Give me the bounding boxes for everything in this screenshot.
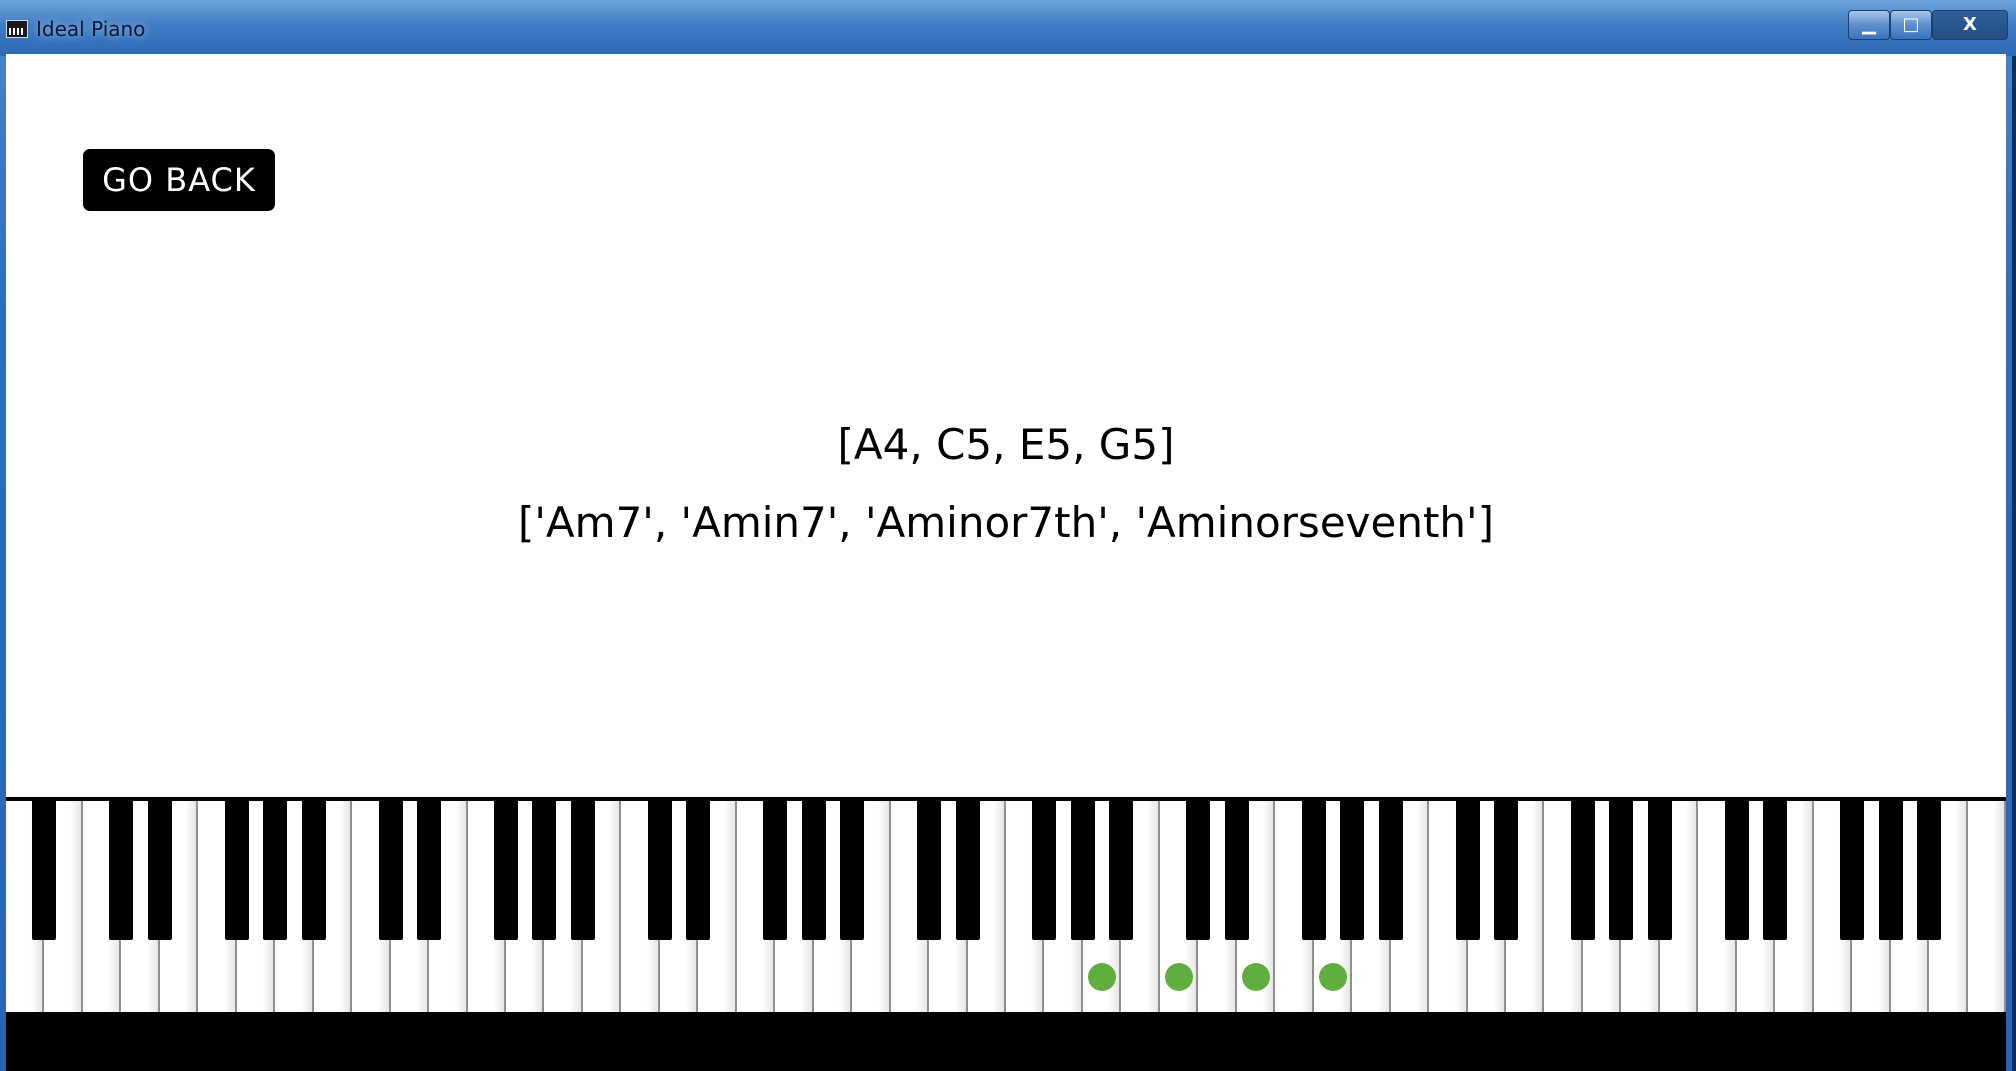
go-back-button[interactable]: GO BACK [83,149,275,211]
chord-notes-text: [A4, C5, E5, G5] [837,420,1175,469]
white-key-c8[interactable] [1967,801,2006,1012]
black-key-fs3[interactable] [763,801,788,940]
application-window: Ideal Piano ▁ □ X GO BACK [A4, C5, E5, G… [0,0,2016,1071]
black-key-cs3[interactable] [647,801,672,940]
title-bar[interactable]: Ideal Piano ▁ □ X [0,0,2016,56]
black-key-as6[interactable] [1647,801,1672,940]
black-key-as2[interactable] [570,801,595,940]
window-edge [2012,0,2016,1071]
black-key-gs2[interactable] [532,801,557,940]
note-highlight-c5 [1165,963,1194,991]
close-button[interactable]: X [1932,10,2008,40]
black-key-as0[interactable] [32,801,57,940]
client-area: GO BACK [A4, C5, E5, G5] ['Am7', 'Amin7'… [6,54,2006,1071]
window-title: Ideal Piano [36,17,146,41]
black-key-gs6[interactable] [1609,801,1634,940]
black-key-fs6[interactable] [1570,801,1595,940]
black-key-gs3[interactable] [801,801,826,940]
black-key-cs7[interactable] [1724,801,1749,940]
black-key-fs2[interactable] [494,801,518,940]
black-key-fs1[interactable] [224,801,249,940]
black-key-ds3[interactable] [686,801,711,940]
black-key-ds1[interactable] [147,801,172,940]
black-key-as7[interactable] [1917,801,1942,940]
black-key-ds7[interactable] [1763,801,1788,940]
black-key-fs7[interactable] [1840,801,1865,940]
black-key-gs4[interactable] [1070,801,1095,940]
black-key-fs4[interactable] [1032,801,1057,940]
black-key-cs1[interactable] [109,801,134,940]
chord-names-text: ['Am7', 'Amin7', 'Aminor7th', 'Aminorsev… [518,498,1494,547]
black-key-as4[interactable] [1109,801,1134,940]
black-key-ds2[interactable] [417,801,442,940]
black-key-as3[interactable] [840,801,865,940]
black-key-as5[interactable] [1378,801,1403,940]
note-highlight-g5 [1318,963,1347,991]
black-key-as1[interactable] [301,801,326,940]
black-key-ds4[interactable] [955,801,980,940]
black-key-gs5[interactable] [1340,801,1365,940]
black-key-cs5[interactable] [1186,801,1211,940]
black-key-cs4[interactable] [917,801,942,940]
black-key-ds6[interactable] [1494,801,1518,940]
piano-keyboard[interactable] [6,797,2006,1071]
black-key-fs5[interactable] [1301,801,1326,940]
keyboard-base [6,1012,2006,1071]
minimize-button[interactable]: ▁ [1848,10,1890,40]
maximize-button[interactable]: □ [1890,10,1932,40]
black-key-gs1[interactable] [263,801,288,940]
piano-icon [6,20,28,38]
black-key-cs6[interactable] [1455,801,1480,940]
black-key-ds5[interactable] [1224,801,1249,940]
black-key-cs2[interactable] [378,801,403,940]
note-highlight-a4 [1088,963,1117,991]
black-key-gs7[interactable] [1878,801,1903,940]
note-highlight-e5 [1242,963,1270,991]
